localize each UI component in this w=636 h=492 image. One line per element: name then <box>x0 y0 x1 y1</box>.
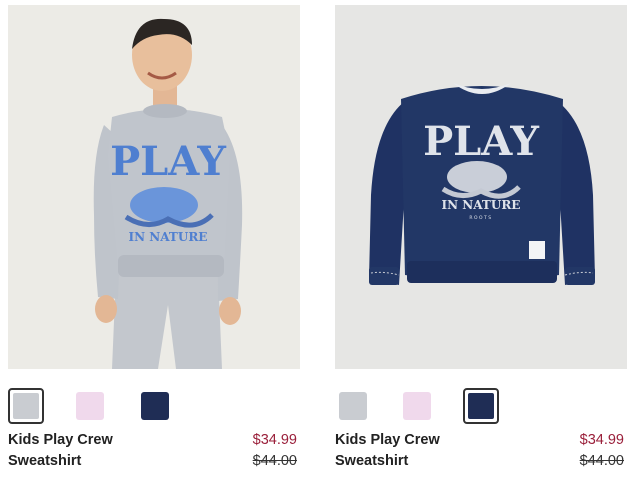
color-swatches <box>335 388 627 428</box>
original-price: $44.00 <box>579 453 624 469</box>
product-name-line2: Sweatshirt <box>335 453 409 469</box>
swatch-navy-fill <box>468 393 494 419</box>
product-name[interactable]: Kids Play Crew Sweatshirt <box>335 430 505 472</box>
product-card-2[interactable]: PLAY IN NATURE ROOTS Kids Play Crew Swea… <box>335 5 627 475</box>
product-name[interactable]: Kids Play Crew Sweatshirt <box>8 430 178 472</box>
swatch-navy[interactable] <box>141 392 169 420</box>
product-info: Kids Play Crew Sweatshirt $34.99 $44.00 <box>8 429 300 475</box>
swatch-pink[interactable] <box>403 392 431 420</box>
product-image[interactable]: PLAY IN NATURE <box>8 5 300 369</box>
print-headline: PLAY <box>423 118 539 165</box>
print-subline: IN NATURE <box>442 198 521 212</box>
swatch-grey[interactable] <box>339 392 367 420</box>
product-photo-kid: PLAY IN NATURE <box>8 5 300 369</box>
product-name-line2: Sweatshirt <box>8 453 82 469</box>
sale-price: $34.99 <box>579 432 624 448</box>
swatch-pink[interactable] <box>76 392 104 420</box>
swatch-grey-fill <box>13 393 39 419</box>
sale-price: $34.99 <box>252 432 297 448</box>
original-price: $44.00 <box>252 453 297 469</box>
product-info: Kids Play Crew Sweatshirt $34.99 $44.00 <box>335 429 627 475</box>
garment-tag <box>529 241 545 259</box>
color-swatches <box>8 388 300 428</box>
product-photo-flatlay: PLAY IN NATURE ROOTS <box>335 5 627 369</box>
swatch-grey[interactable] <box>8 388 44 424</box>
product-name-line1: Kids Play Crew <box>8 432 113 448</box>
product-card-1[interactable]: PLAY IN NATURE Kids Play Crew Sweatshirt… <box>8 5 300 475</box>
print-subline: IN NATURE <box>129 230 208 244</box>
print-headline: PLAY <box>110 138 226 185</box>
swatch-navy[interactable] <box>463 388 499 424</box>
product-image[interactable]: PLAY IN NATURE ROOTS <box>335 5 627 369</box>
product-name-line1: Kids Play Crew <box>335 432 440 448</box>
print-brand: ROOTS <box>469 215 492 221</box>
